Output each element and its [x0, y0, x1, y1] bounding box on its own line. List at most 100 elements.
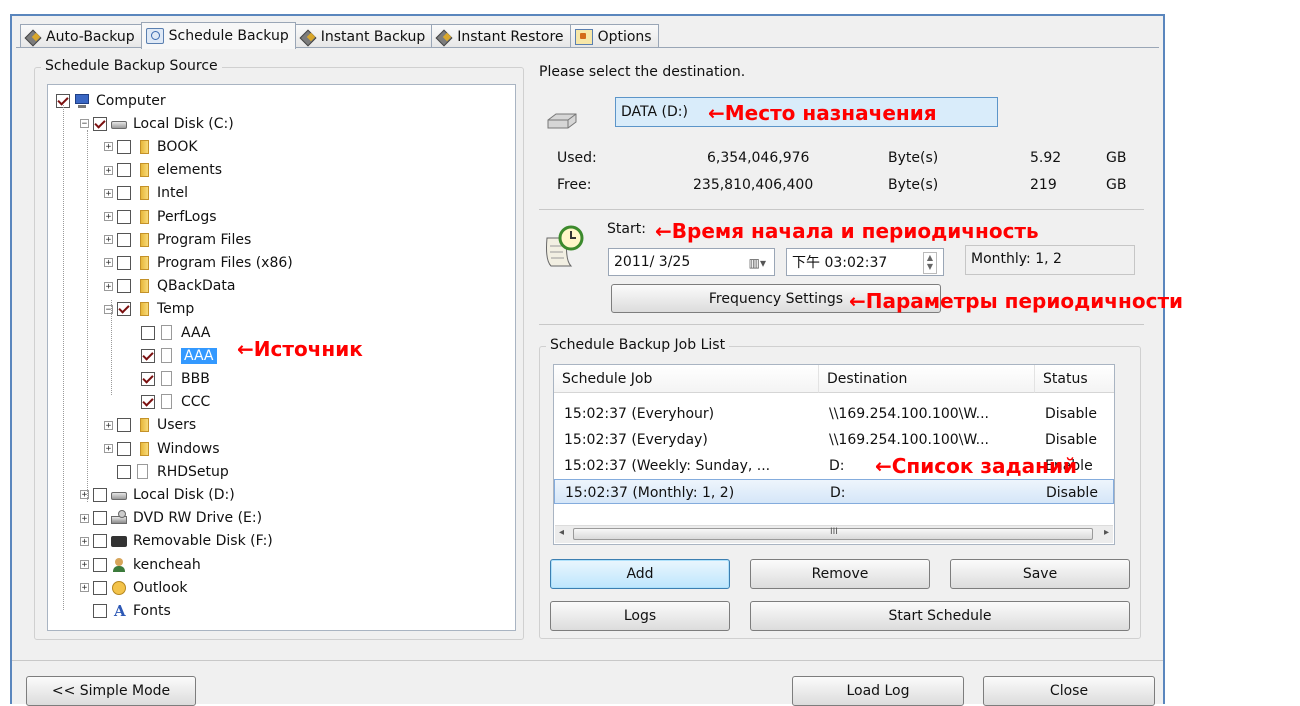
start-date-picker[interactable]: 2011/ 3/25 ▥▾ — [608, 248, 775, 276]
scroll-left-icon[interactable]: ◂ — [559, 527, 564, 538]
scroll-thumb[interactable]: III — [573, 527, 1093, 540]
expand-icon[interactable]: + — [104, 444, 113, 454]
start-schedule-button[interactable]: Start Schedule — [750, 601, 1130, 631]
tree-node[interactable]: + QBackData — [104, 275, 235, 298]
scroll-right-icon[interactable]: ▸ — [1104, 527, 1109, 538]
tree-node[interactable]: + Local Disk (D:) — [80, 483, 235, 506]
expand-icon[interactable]: + — [104, 188, 113, 198]
tree-checkbox[interactable] — [93, 487, 107, 502]
start-time-field[interactable]: 下午 03:02:37 ▲ ▼ — [786, 248, 944, 276]
add-button[interactable]: Add — [550, 559, 730, 589]
tree-checkbox[interactable] — [93, 511, 107, 526]
tree-connector — [87, 130, 88, 502]
tree-checkbox[interactable] — [117, 302, 131, 317]
tree-node[interactable]: CCC — [128, 391, 210, 414]
tree-node[interactable]: + Windows — [104, 437, 220, 460]
tree-node[interactable]: AAA — [128, 344, 217, 367]
job-row[interactable]: 15:02:37 (Everyday) \\169.254.100.100\W..… — [554, 427, 1114, 452]
tree-node[interactable]: + Outlook — [80, 576, 188, 599]
expand-icon[interactable]: + — [104, 281, 113, 291]
expand-icon[interactable]: + — [104, 212, 113, 222]
tree-checkbox[interactable] — [117, 163, 131, 178]
tab-options[interactable]: Options — [569, 24, 659, 48]
load-log-button[interactable]: Load Log — [792, 676, 964, 706]
divider — [539, 324, 1144, 325]
tree-checkbox[interactable] — [117, 279, 131, 294]
tree-checkbox[interactable] — [117, 139, 131, 154]
column-header-status[interactable]: Status — [1035, 365, 1114, 393]
job-cell-destination: \\169.254.100.100\W... — [829, 405, 989, 422]
job-row[interactable]: 15:02:37 (Monthly: 1, 2) D: Disable — [554, 479, 1114, 504]
remove-button[interactable]: Remove — [750, 559, 930, 589]
tree-checkbox[interactable] — [93, 557, 107, 572]
expand-icon[interactable]: + — [104, 142, 113, 152]
expand-icon[interactable]: + — [104, 235, 113, 245]
tab-instant-restore[interactable]: Instant Restore — [431, 24, 571, 48]
expand-icon[interactable]: + — [80, 560, 89, 570]
tree-node[interactable]: BBB — [128, 367, 210, 390]
time-spinner-icon[interactable]: ▲ ▼ — [923, 252, 937, 274]
tree-checkbox[interactable] — [117, 232, 131, 247]
tree-node[interactable]: + Program Files — [104, 228, 251, 251]
tree-node[interactable]: + kencheah — [80, 553, 201, 576]
tree-checkbox[interactable] — [117, 441, 131, 456]
tree-node[interactable]: AAA — [128, 321, 211, 344]
tree-node[interactable]: + Removable Disk (F:) — [80, 530, 273, 553]
tree-node-label: Fonts — [133, 602, 171, 619]
tree-checkbox[interactable] — [117, 464, 131, 479]
tree-node[interactable]: + DVD RW Drive (E:) — [80, 507, 262, 530]
folder-icon — [135, 301, 151, 317]
tree-node[interactable]: − Local Disk (C:) — [80, 112, 234, 135]
job-cell-destination: D: — [829, 457, 845, 474]
used-size: 5.92 — [1030, 150, 1062, 166]
tree-checkbox[interactable] — [141, 371, 155, 386]
tree-checkbox[interactable] — [117, 209, 131, 224]
column-header-destination[interactable]: Destination — [819, 365, 1035, 393]
horizontal-scrollbar[interactable]: ◂ III ▸ — [555, 525, 1113, 543]
tree-node[interactable]: + elements — [104, 159, 222, 182]
tree-checkbox[interactable] — [93, 580, 107, 595]
tree-node[interactable]: + Program Files (x86) — [104, 251, 293, 274]
save-button[interactable]: Save — [950, 559, 1130, 589]
column-header-schedule-job[interactable]: Schedule Job — [554, 365, 819, 393]
tree-checkbox[interactable] — [93, 116, 107, 131]
expand-icon[interactable]: + — [104, 165, 113, 175]
close-button[interactable]: Close — [983, 676, 1155, 706]
tree-checkbox[interactable] — [93, 603, 107, 618]
tree-node[interactable]: + BOOK — [104, 135, 198, 158]
expand-icon[interactable]: + — [104, 420, 113, 430]
expand-icon[interactable]: + — [80, 536, 89, 546]
tree-node[interactable]: + PerfLogs — [104, 205, 217, 228]
expand-icon[interactable]: + — [80, 583, 89, 593]
clock-scroll-icon — [541, 224, 587, 270]
tab-auto-backup[interactable]: Auto-Backup — [20, 24, 142, 48]
tree-checkbox[interactable] — [117, 418, 131, 433]
tree-node[interactable]: Fonts — [80, 599, 171, 622]
tree-node[interactable]: Computer — [56, 89, 166, 112]
tree-checkbox[interactable] — [141, 348, 155, 363]
tree-checkbox[interactable] — [141, 325, 155, 340]
calendar-dropdown-icon[interactable]: ▥▾ — [749, 256, 766, 270]
auto-backup-icon — [25, 30, 41, 44]
simple-mode-button[interactable]: << Simple Mode — [26, 676, 196, 706]
tree-checkbox[interactable] — [117, 255, 131, 270]
job-row[interactable]: 15:02:37 (Everyhour) \\169.254.100.100\W.… — [554, 401, 1114, 426]
tree-node[interactable]: − Temp — [104, 298, 194, 321]
expand-icon[interactable]: + — [104, 258, 113, 268]
tree-node-label: RHDSetup — [157, 463, 229, 480]
tree-checkbox[interactable] — [117, 186, 131, 201]
tree-node[interactable]: + Users — [104, 414, 196, 437]
tab-schedule-backup[interactable]: Schedule Backup — [140, 22, 296, 49]
collapse-icon[interactable]: − — [80, 119, 89, 129]
tree-checkbox[interactable] — [141, 395, 155, 410]
tree-node[interactable]: + Intel — [104, 182, 188, 205]
source-group-title: Schedule Backup Source — [41, 58, 222, 74]
user-icon — [111, 557, 127, 573]
file-icon — [159, 370, 175, 387]
logs-button[interactable]: Logs — [550, 601, 730, 631]
tree-node[interactable]: RHDSetup — [104, 460, 229, 483]
tree-node-label: Program Files (x86) — [157, 254, 293, 271]
tab-instant-backup[interactable]: Instant Backup — [294, 24, 433, 48]
expand-icon[interactable]: + — [80, 513, 89, 523]
tree-checkbox[interactable] — [93, 534, 107, 549]
